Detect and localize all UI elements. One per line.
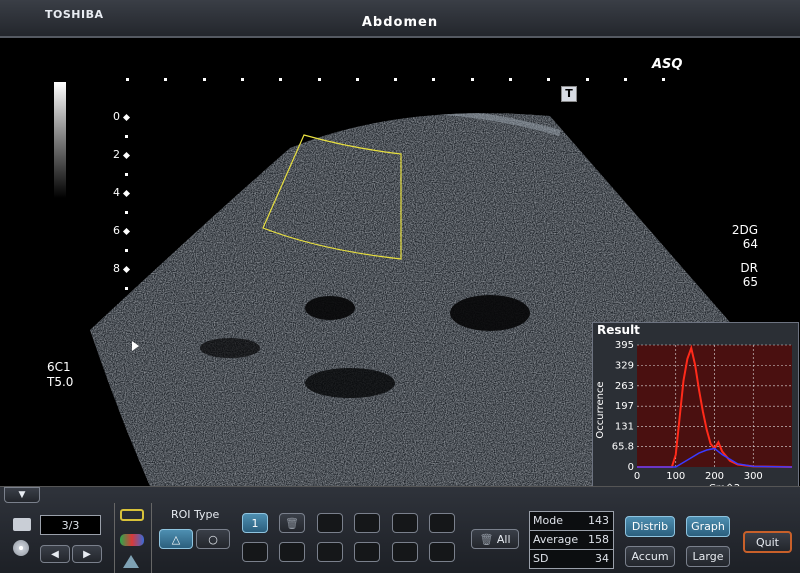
control-panel: ▼ 3/3 ◀ ▶ ROI Type △ ○ 1 🗑 🗑 All bbox=[0, 486, 800, 573]
asq-mode-label: ASQ bbox=[652, 57, 683, 72]
folder-icon[interactable] bbox=[13, 518, 31, 531]
roi-slot-3-button[interactable] bbox=[317, 513, 343, 533]
roi-slot-8-button[interactable] bbox=[279, 542, 305, 562]
roi-slot-4-button[interactable] bbox=[354, 513, 380, 533]
scale-dot bbox=[471, 78, 474, 81]
depth-label: 0 bbox=[113, 110, 120, 123]
depth-minor-tick bbox=[125, 249, 128, 252]
quit-button[interactable]: Quit bbox=[743, 531, 792, 553]
delete-all-button[interactable]: 🗑 All bbox=[471, 529, 519, 549]
accum-button[interactable]: Accum bbox=[625, 546, 675, 567]
histogram-chart: 065.81311972633293950100200300Cm^2Occurr… bbox=[595, 340, 793, 494]
scale-dot bbox=[662, 78, 665, 81]
roi-slot-5-button[interactable] bbox=[392, 513, 418, 533]
x-tick-label: 200 bbox=[705, 471, 724, 482]
depth-minor-tick bbox=[125, 211, 128, 214]
x-tick-label: 0 bbox=[634, 471, 640, 482]
roi-slot-9-button[interactable] bbox=[317, 542, 343, 562]
roi-fan-button[interactable]: △ bbox=[159, 529, 193, 549]
scale-dot bbox=[164, 78, 167, 81]
y-tick-label: 65.8 bbox=[612, 442, 634, 453]
y-tick-label: 395 bbox=[615, 340, 634, 351]
depth-minor-tick bbox=[125, 173, 128, 176]
stat-row-average: Average 158 bbox=[530, 531, 613, 550]
statistics-table: Mode 143 Average 158 SD 34 bbox=[529, 511, 614, 569]
scale-dot bbox=[318, 78, 321, 81]
scale-dot bbox=[279, 78, 282, 81]
x-tick-label: 100 bbox=[666, 471, 685, 482]
roi-slot-12-button[interactable] bbox=[429, 542, 455, 562]
text-annotation-icon[interactable]: T bbox=[561, 86, 577, 102]
y-tick-label: 329 bbox=[615, 360, 634, 371]
result-title: Result bbox=[597, 323, 640, 337]
exam-title: Abdomen bbox=[361, 15, 439, 30]
stat-row-sd: SD 34 bbox=[533, 552, 609, 565]
roi-circle-button[interactable]: ○ bbox=[196, 529, 230, 549]
trash-icon: 🗑 bbox=[479, 533, 494, 546]
result-panel: Result 065.81311972633293950100200300Cm^… bbox=[592, 322, 799, 502]
param-2dg-value: 64 bbox=[742, 237, 758, 251]
scale-dot bbox=[394, 78, 397, 81]
x-tick-label: 300 bbox=[744, 471, 763, 482]
y-tick-label: 263 bbox=[615, 381, 634, 392]
scale-dot bbox=[586, 78, 589, 81]
roi-shape-tool-icon[interactable] bbox=[123, 555, 139, 568]
roi-color-tool-icon[interactable] bbox=[120, 534, 144, 546]
roi-slot-10-button[interactable] bbox=[354, 542, 380, 562]
roi-polygon-tool-icon[interactable] bbox=[120, 509, 144, 521]
scale-dot bbox=[547, 78, 550, 81]
y-tick-label: 131 bbox=[615, 422, 634, 433]
probe-model: 6C1 bbox=[47, 360, 71, 374]
roi-delete-button[interactable]: 🗑 bbox=[279, 513, 305, 533]
depth-label: 2 bbox=[113, 148, 120, 161]
probe-setting: T5.0 bbox=[47, 375, 74, 389]
param-2dg-name: 2DG bbox=[731, 223, 758, 237]
prev-page-button[interactable]: ◀ bbox=[40, 545, 70, 563]
scale-dot bbox=[203, 78, 206, 81]
next-page-button[interactable]: ▶ bbox=[72, 545, 102, 563]
roi-type-label: ROI Type bbox=[171, 508, 220, 521]
roi-slot-1-button[interactable]: 1 bbox=[242, 513, 268, 533]
param-dr-name: DR bbox=[740, 261, 758, 275]
title-bar: TOSHIBA Abdomen bbox=[0, 0, 800, 38]
param-dr-value: 65 bbox=[742, 275, 758, 289]
y-axis-label: Occurrence bbox=[595, 381, 606, 438]
depth-minor-tick bbox=[125, 135, 128, 138]
large-button[interactable]: Large bbox=[686, 546, 730, 567]
roi-slot-7-button[interactable] bbox=[242, 542, 268, 562]
scale-dot bbox=[509, 78, 512, 81]
scale-dot bbox=[624, 78, 627, 81]
grayscale-bar bbox=[54, 82, 66, 198]
expand-panel-button[interactable]: ▼ bbox=[4, 487, 40, 503]
scale-dot bbox=[356, 78, 359, 81]
y-tick-label: 197 bbox=[615, 401, 634, 412]
depth-label: 8 bbox=[113, 262, 120, 275]
stat-row-mode: Mode 143 bbox=[530, 512, 613, 531]
roi-slot-11-button[interactable] bbox=[392, 542, 418, 562]
depth-label: 4 bbox=[113, 186, 120, 199]
probe-info: 6C1 T5.0 bbox=[47, 360, 73, 390]
scale-dot bbox=[241, 78, 244, 81]
scale-dot bbox=[126, 78, 129, 81]
distrib-button[interactable]: Distrib bbox=[625, 516, 675, 537]
scale-dot bbox=[432, 78, 435, 81]
delete-all-label: All bbox=[496, 533, 511, 546]
roi-shape-toolbar bbox=[114, 503, 152, 573]
focus-marker-icon[interactable] bbox=[132, 341, 139, 351]
page-counter: 3/3 bbox=[40, 515, 101, 535]
depth-minor-tick bbox=[125, 287, 128, 290]
roi-slot-6-button[interactable] bbox=[429, 513, 455, 533]
depth-label: 6 bbox=[113, 224, 120, 237]
disc-icon[interactable] bbox=[13, 540, 29, 556]
graph-button[interactable]: Graph bbox=[686, 516, 730, 537]
